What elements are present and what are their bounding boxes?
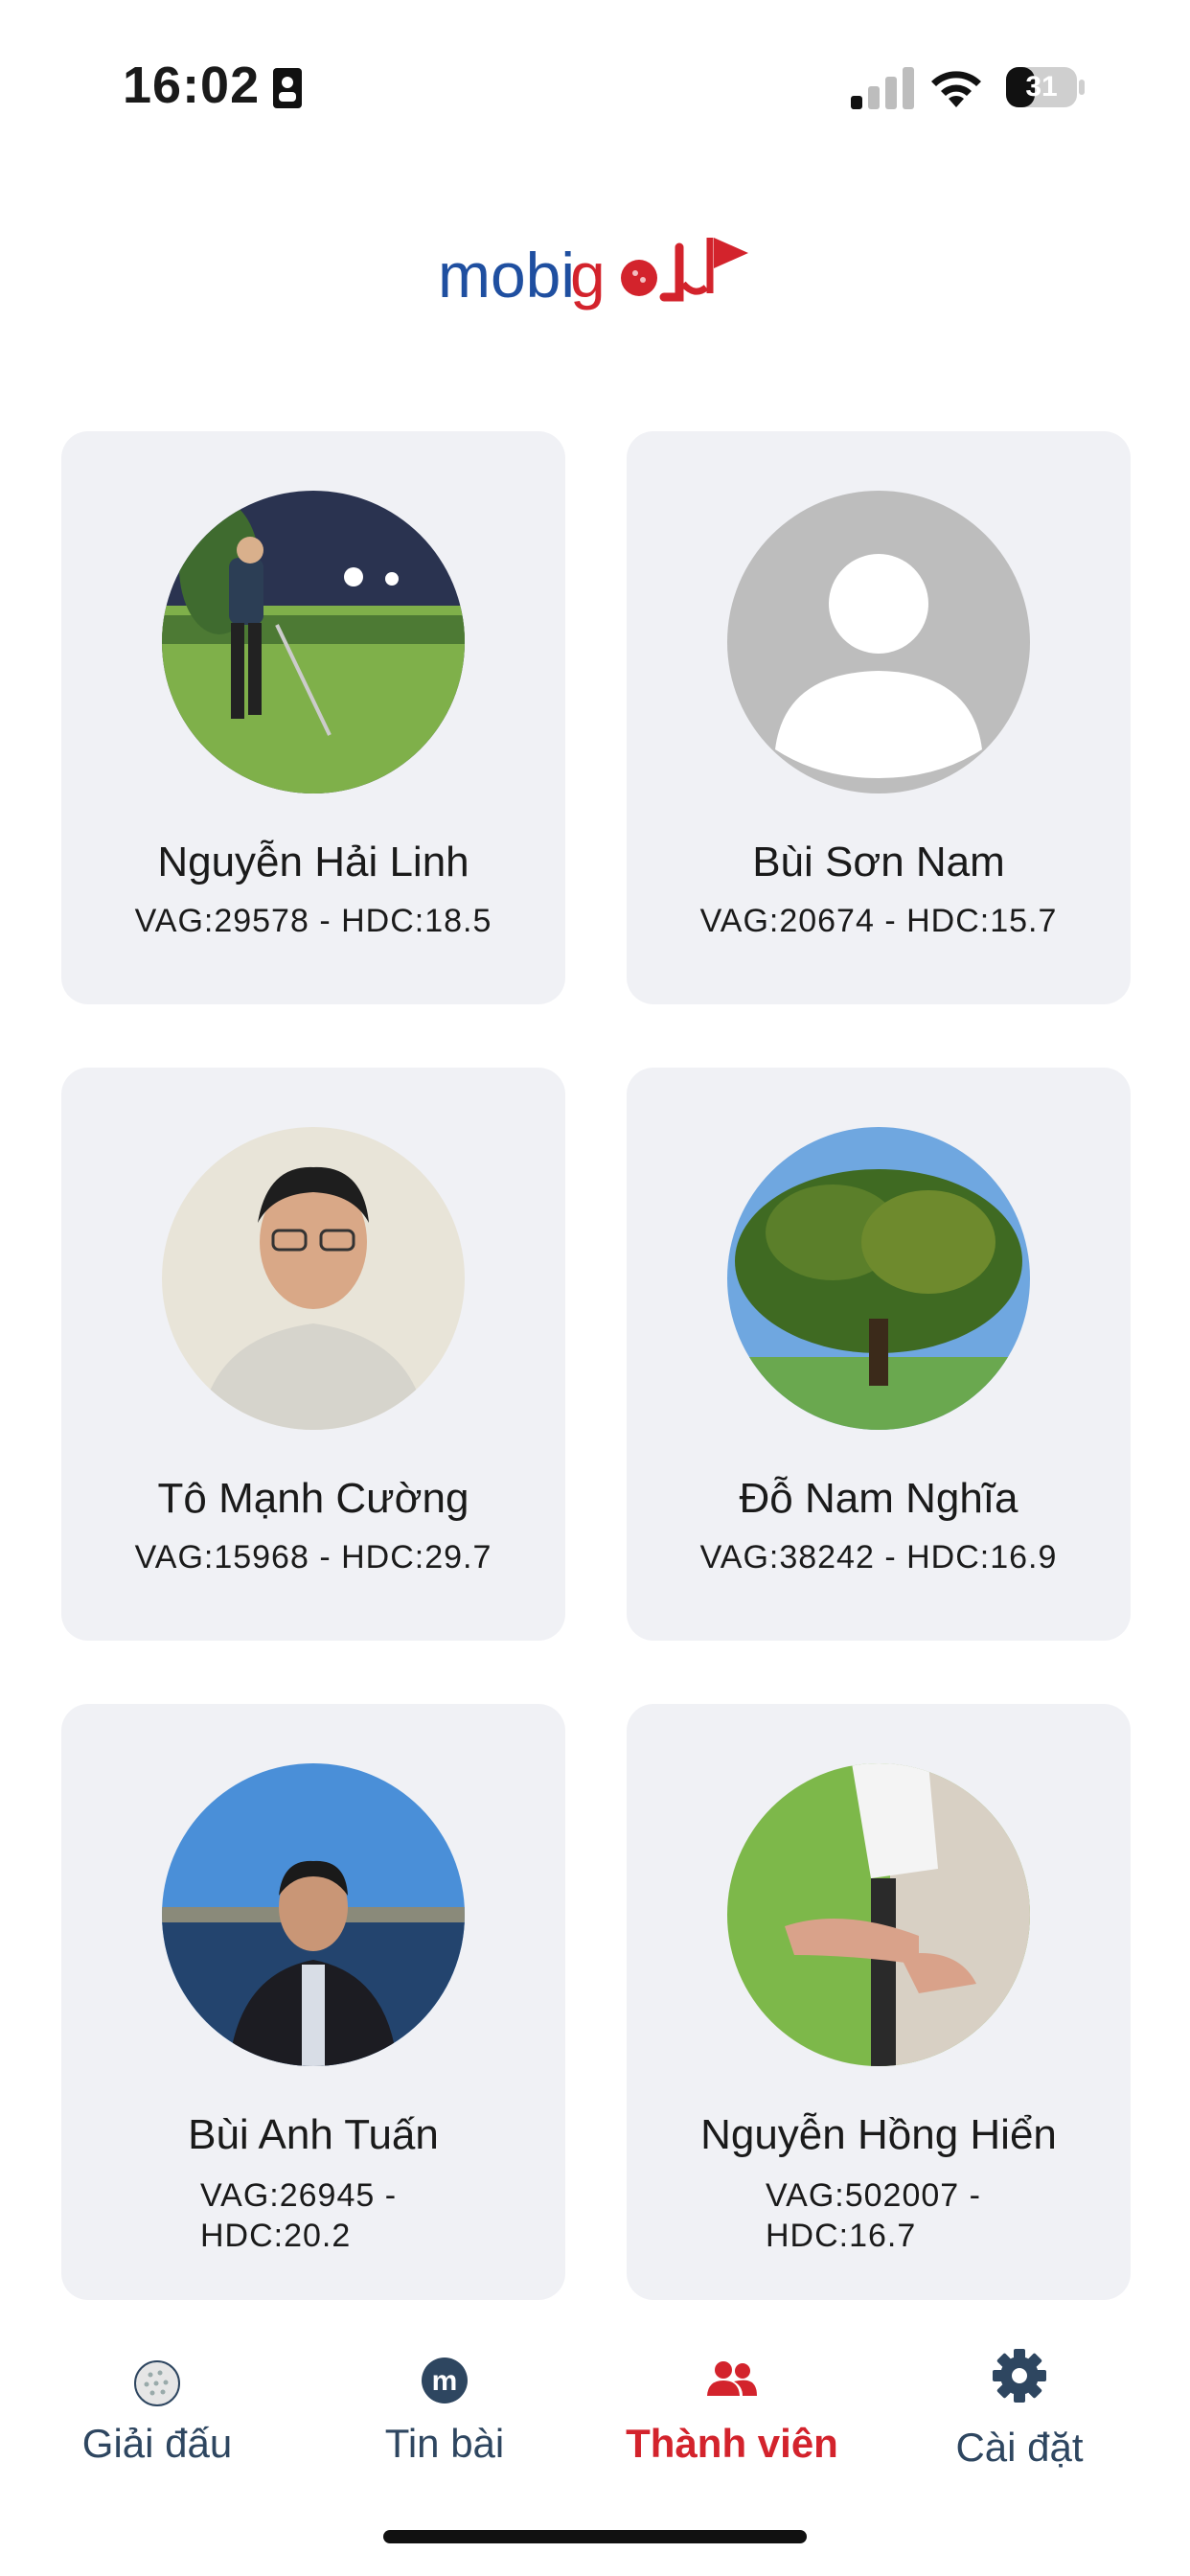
member-card[interactable]: Bùi Anh Tuấn VAG:26945 - HDC:20.2 bbox=[61, 1704, 565, 2300]
battery-level: 31 bbox=[1025, 71, 1058, 103]
svg-text:m: m bbox=[432, 2365, 458, 2397]
member-avatar bbox=[162, 491, 465, 794]
member-name: Bùi Anh Tuấn bbox=[188, 2111, 439, 2158]
m-circle-icon: m bbox=[422, 2358, 468, 2404]
member-card[interactable]: Bùi Sơn Nam VAG:20674 - HDC:15.7 bbox=[627, 431, 1131, 1004]
tab-label: Thành viên bbox=[626, 2421, 838, 2466]
tab-label: Tin bài bbox=[384, 2421, 505, 2466]
member-stats-line: VAG:502007 - bbox=[766, 2177, 981, 2214]
member-name: Tô Mạnh Cường bbox=[157, 1475, 469, 1522]
member-card[interactable]: Nguyễn Hồng Hiển VAG:502007 - HDC:16.7 bbox=[627, 1704, 1131, 2300]
users-icon bbox=[707, 2361, 757, 2396]
home-indicator[interactable] bbox=[383, 2530, 807, 2543]
member-name: Nguyễn Hải Linh bbox=[157, 839, 469, 886]
member-avatar bbox=[162, 1763, 465, 2066]
svg-text:mobi: mobi bbox=[438, 240, 575, 310]
member-name: Bùi Sơn Nam bbox=[752, 839, 1005, 886]
member-stats-line: VAG:26945 - bbox=[200, 2177, 398, 2214]
tab-thanh-vien[interactable]: Thành viên bbox=[588, 2300, 876, 2492]
member-stats: VAG:20674 - HDC:15.7 bbox=[699, 903, 1058, 939]
member-stats-line: HDC:20.2 bbox=[200, 2218, 352, 2254]
golf-ball-icon bbox=[134, 2360, 180, 2406]
status-time: 16:02 bbox=[123, 57, 261, 114]
battery-icon: 31 bbox=[1004, 65, 1087, 109]
status-bar: 16:02 31 bbox=[0, 0, 1190, 144]
tab-label: Giải đấu bbox=[81, 2421, 233, 2466]
member-card[interactable]: Đỗ Nam Nghĩa VAG:38242 - HDC:16.9 bbox=[627, 1068, 1131, 1641]
default-user-icon bbox=[727, 491, 1030, 794]
member-stats: VAG:26945 - HDC:20.2 bbox=[200, 2175, 449, 2256]
member-name: Đỗ Nam Nghĩa bbox=[739, 1475, 1018, 1522]
wifi-icon bbox=[931, 71, 981, 107]
mobigolf-logo: mobi g bbox=[436, 230, 752, 316]
svg-text:g: g bbox=[570, 240, 606, 310]
member-card[interactable]: Tô Mạnh Cường VAG:15968 - HDC:29.7 bbox=[61, 1068, 565, 1641]
id-badge-icon bbox=[273, 68, 302, 108]
member-stats: VAG:29578 - HDC:18.5 bbox=[134, 903, 492, 939]
member-avatar bbox=[727, 1127, 1030, 1430]
gear-icon bbox=[993, 2349, 1046, 2403]
member-avatar bbox=[162, 1127, 465, 1430]
tab-label: Cài đặt bbox=[955, 2425, 1084, 2470]
signal-icon bbox=[851, 67, 914, 109]
member-stats: VAG:502007 - HDC:16.7 bbox=[766, 2175, 1015, 2256]
tab-tin-bai[interactable]: m Tin bài bbox=[301, 2300, 588, 2492]
member-avatar bbox=[727, 1763, 1030, 2066]
member-name: Nguyễn Hồng Hiển bbox=[700, 2111, 1057, 2158]
tab-cai-dat[interactable]: Cài đặt bbox=[876, 2300, 1163, 2492]
member-stats-line: HDC:16.7 bbox=[766, 2218, 917, 2254]
member-card[interactable]: Nguyễn Hải Linh VAG:29578 - HDC:18.5 bbox=[61, 431, 565, 1004]
member-stats: VAG:15968 - HDC:29.7 bbox=[134, 1539, 492, 1576]
member-stats: VAG:38242 - HDC:16.9 bbox=[699, 1539, 1058, 1576]
tab-giai-dau[interactable]: Giải đấu bbox=[13, 2300, 301, 2492]
